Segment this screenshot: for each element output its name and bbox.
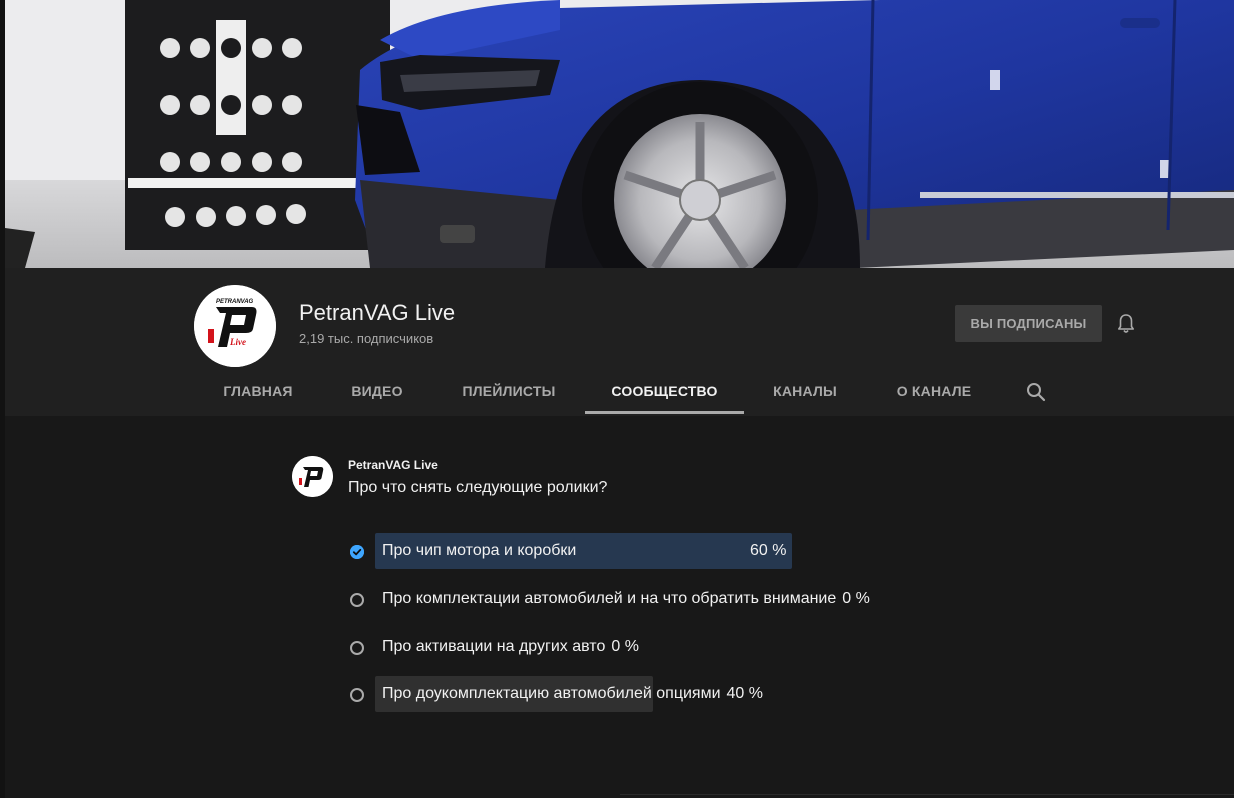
poll-option-percent: 60 % <box>750 542 787 559</box>
channel-name: PetranVAG Live <box>299 300 456 325</box>
poll-option-percent: 0 % <box>842 590 870 607</box>
poll-option[interactable]: Про комплектации автомобилей и на что об… <box>340 581 900 619</box>
poll-option-text: Про доукомплектацию автомобилей опциями <box>382 685 721 702</box>
subscriber-count: 2,19 тыс. подписчиков <box>299 331 434 346</box>
poll-option-label: Про чип мотора и коробки <box>382 542 577 559</box>
channel-tabs: ГЛАВНАЯ ВИДЕО ПЛЕЙЛИСТЫ СООБЩЕСТВО КАНАЛ… <box>194 370 1094 416</box>
svg-text:Live: Live <box>229 337 246 347</box>
tab-playlists[interactable]: ПЛЕЙЛИСТЫ <box>434 370 584 416</box>
search-icon[interactable] <box>1024 380 1048 404</box>
svg-text:PETRANVAG: PETRANVAG <box>216 299 254 305</box>
post-author-name[interactable]: PetranVAG Live <box>348 458 438 472</box>
left-edge <box>0 0 5 798</box>
subscribed-button[interactable]: ВЫ ПОДПИСАНЫ <box>955 305 1102 342</box>
post-text: Про что снять следующие ролики? <box>348 479 608 496</box>
radio-icon <box>350 593 364 607</box>
channel-banner <box>0 0 1234 268</box>
poll-option-text: Про комплектации автомобилей и на что об… <box>382 590 837 607</box>
post-author-avatar[interactable] <box>292 456 333 497</box>
tab-channels[interactable]: КАНАЛЫ <box>744 370 866 416</box>
tab-home[interactable]: ГЛАВНАЯ <box>194 370 322 416</box>
poll-option-percent: 40 % <box>726 685 763 702</box>
radio-icon <box>350 641 364 655</box>
poll-option-percent: 0 % <box>611 638 639 655</box>
channel-avatar[interactable]: PETRANVAG Live <box>194 285 276 367</box>
poll-option[interactable]: Про доукомплектацию автомобилей опциями 4… <box>340 676 900 714</box>
petranvag-logo-small <box>292 456 333 497</box>
poll-option[interactable]: Про активации на других авто 0 % <box>340 629 900 667</box>
poll-option-label: Про комплектации автомобилей и на что об… <box>382 590 870 608</box>
poll-option[interactable]: Про чип мотора и коробки 60 % <box>340 533 900 571</box>
poll-option-label: Про доукомплектацию автомобилей опциями 4… <box>382 685 763 703</box>
divider <box>620 794 1234 795</box>
poll-option-text: Про активации на других авто <box>382 638 606 655</box>
tab-community[interactable]: СООБЩЕСТВО <box>585 370 744 416</box>
petranvag-logo: PETRANVAG Live <box>194 285 276 367</box>
poll-option-label: Про активации на других авто 0 % <box>382 638 639 656</box>
tab-about[interactable]: О КАНАЛЕ <box>866 370 1002 416</box>
check-circle-icon <box>350 545 364 559</box>
tab-videos[interactable]: ВИДЕО <box>322 370 432 416</box>
bell-icon[interactable] <box>1114 312 1138 336</box>
radio-icon <box>350 688 364 702</box>
